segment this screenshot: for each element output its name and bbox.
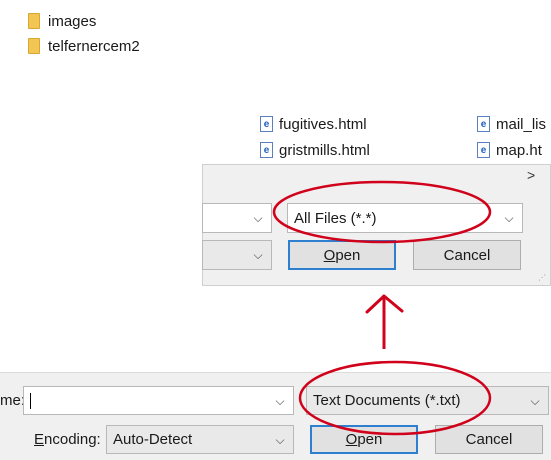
annotation-arrow — [365, 294, 404, 349]
annotation-ellipse-bottom — [298, 360, 492, 436]
annotation-overlay — [272, 180, 492, 436]
annotation-ellipse-top — [272, 180, 492, 244]
